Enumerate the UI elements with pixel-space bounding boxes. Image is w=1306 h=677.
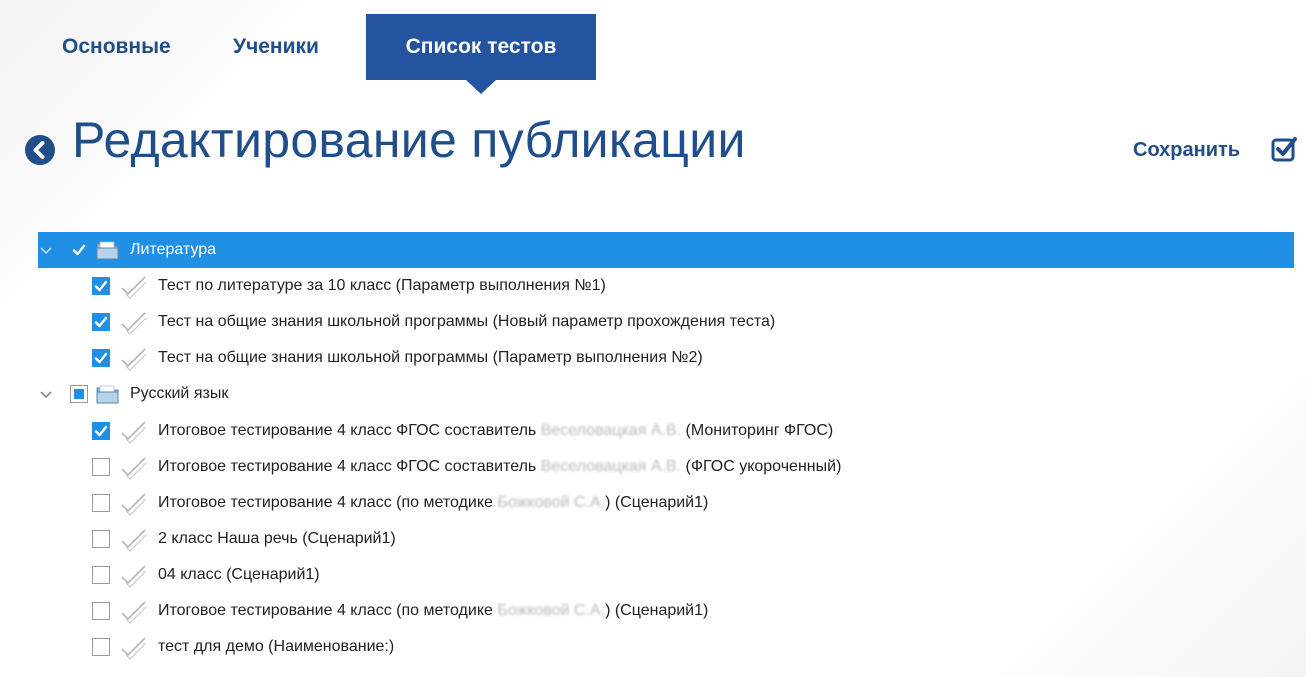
tree-item[interactable]: Итоговое тестирование 4 класс (по методи…: [38, 593, 1294, 629]
back-icon[interactable]: [25, 135, 55, 165]
tree-item-label: 04 класс (Сценарий1): [158, 566, 320, 583]
label-text: Итоговое тестирование 4 класс ФГОС соста…: [158, 422, 541, 439]
blurred-author: Божковой С.А.: [497, 602, 606, 619]
tree-group-label: Русский язык: [130, 385, 229, 402]
group-checkbox[interactable]: [70, 241, 88, 259]
item-checkbox[interactable]: [92, 602, 110, 620]
test-icon: [120, 310, 148, 336]
test-tree: Литература Тест по литературе за 10 клас…: [38, 232, 1294, 665]
tree-group-literature[interactable]: Литература: [38, 232, 1294, 268]
blurred-author: Веселовацкая А.В.: [540, 422, 682, 439]
active-tab-pointer: [466, 80, 496, 94]
tree-item[interactable]: Итоговое тестирование 4 класс (по методи…: [38, 485, 1294, 521]
item-checkbox[interactable]: [92, 566, 110, 584]
test-icon: [120, 491, 148, 517]
chevron-down-icon[interactable]: [38, 242, 54, 258]
tree-item-label: Тест на общие знания школьной программы …: [158, 313, 776, 330]
tree-item[interactable]: Тест на общие знания школьной программы …: [38, 304, 1294, 340]
tree-item-label: Тест на общие знания школьной программы …: [158, 349, 703, 366]
item-checkbox[interactable]: [92, 349, 110, 367]
tree-item-label: тест для демо (Наименование:): [158, 638, 395, 655]
label-text: (ФГОС укороченный): [681, 458, 842, 475]
chevron-down-icon[interactable]: [38, 386, 54, 402]
item-checkbox[interactable]: [92, 458, 110, 476]
tree-item[interactable]: 2 класс Наша речь (Сценарий1): [38, 521, 1294, 557]
blurred-author: Божковой С.А.: [497, 494, 606, 511]
item-checkbox[interactable]: [92, 530, 110, 548]
label-text: Итоговое тестирование 4 класс (по методи…: [158, 494, 498, 511]
test-icon: [120, 419, 148, 445]
label-text: ) (Сценарий1): [605, 494, 709, 511]
test-icon: [120, 563, 148, 589]
tab-students[interactable]: Ученики: [233, 14, 319, 80]
tree-item-label: Тест по литературе за 10 класс (Параметр…: [158, 277, 606, 294]
tree-item-label: Итоговое тестирование 4 класс (по методи…: [158, 593, 708, 629]
tab-test-list[interactable]: Список тестов: [366, 14, 596, 80]
tree-item[interactable]: 04 класс (Сценарий1): [38, 557, 1294, 593]
test-icon: [120, 635, 148, 661]
test-icon: [120, 274, 148, 300]
blurred-author: Веселовацкая А.В.: [540, 458, 682, 475]
tree-item[interactable]: Итоговое тестирование 4 класс ФГОС соста…: [38, 413, 1294, 449]
publication-editor: Основные Ученики Список тестов Редактиро…: [0, 0, 1306, 677]
item-checkbox[interactable]: [92, 638, 110, 656]
tree-item-label: Итоговое тестирование 4 класс ФГОС соста…: [158, 413, 833, 449]
test-icon: [120, 455, 148, 481]
tree-item[interactable]: тест для демо (Наименование:): [38, 629, 1294, 665]
tree-item-label: 2 класс Наша речь (Сценарий1): [158, 530, 396, 547]
tab-bar: Основные Ученики Список тестов: [0, 0, 1306, 95]
label-text: ) (Сценарий1): [605, 602, 709, 619]
tree-item-label: Итоговое тестирование 4 класс ФГОС соста…: [158, 449, 841, 485]
item-checkbox[interactable]: [92, 494, 110, 512]
checkbox-check-icon[interactable]: [1271, 135, 1298, 162]
label-text: Итоговое тестирование 4 класс (по методи…: [158, 602, 498, 619]
folder-icon: [96, 383, 120, 405]
item-checkbox[interactable]: [92, 277, 110, 295]
tree-item-label: Итоговое тестирование 4 класс (по методи…: [158, 485, 708, 521]
test-icon: [120, 599, 148, 625]
page-title: Редактирование публикации: [72, 112, 746, 168]
label-text: (Мониторинг ФГОС): [681, 422, 834, 439]
tree-group-label: Литература: [130, 241, 217, 258]
test-icon: [120, 346, 148, 372]
tree-item[interactable]: Тест на общие знания школьной программы …: [38, 340, 1294, 376]
tab-basic[interactable]: Основные: [62, 14, 171, 80]
tree-item[interactable]: Тест по литературе за 10 класс (Параметр…: [38, 268, 1294, 304]
folder-icon: [96, 239, 120, 261]
label-text: Итоговое тестирование 4 класс ФГОС соста…: [158, 458, 541, 475]
save-button[interactable]: Сохранить: [1133, 136, 1240, 164]
item-checkbox[interactable]: [92, 313, 110, 331]
tree-group-russian[interactable]: Русский язык: [38, 376, 1294, 413]
item-checkbox[interactable]: [92, 422, 110, 440]
test-icon: [120, 527, 148, 553]
group-checkbox[interactable]: [70, 385, 88, 403]
tree-item[interactable]: Итоговое тестирование 4 класс ФГОС соста…: [38, 449, 1294, 485]
